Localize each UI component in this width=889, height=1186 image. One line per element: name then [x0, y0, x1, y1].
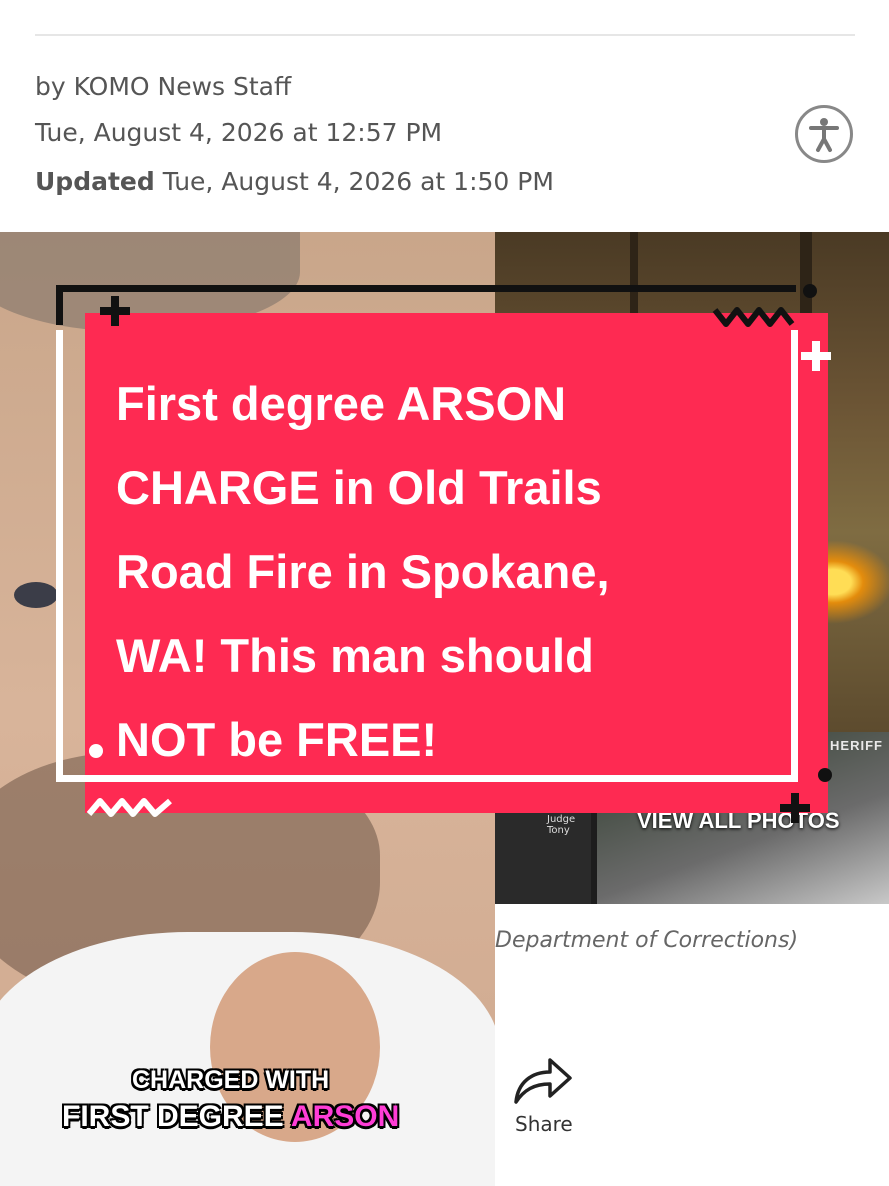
title-line: WA! This man should	[116, 629, 594, 682]
share-button[interactable]: Share	[510, 1052, 580, 1142]
title-line: CHARGE in Old Trails	[116, 461, 602, 514]
presenter-eye	[14, 582, 58, 608]
dot-decoration-icon	[803, 284, 817, 298]
plus-decoration-icon	[801, 341, 831, 371]
updated-date: Updated Tue, August 4, 2026 at 1:50 PM	[35, 167, 554, 196]
subtitle-prefix: FIRST DEGREE	[62, 1100, 291, 1133]
title-text: First degree ARSON CHARGE in Old Trails …	[116, 362, 806, 782]
article-header: by KOMO News Staff Tue, August 4, 2026 a…	[0, 0, 889, 232]
photo-caption: Department of Corrections)	[495, 928, 799, 953]
accessibility-icon	[809, 118, 839, 152]
subtitle-line-1: CHARGED WITH	[132, 1066, 330, 1094]
plus-decoration-icon	[780, 793, 810, 823]
title-line: Road Fire in Spokane,	[116, 545, 610, 598]
dot-decoration-icon	[818, 768, 832, 782]
sheriff-text: HERIFF	[830, 738, 883, 753]
byline: by KOMO News Staff	[35, 72, 292, 101]
zigzag-decoration-icon	[86, 798, 172, 817]
share-label: Share	[515, 1112, 573, 1136]
updated-value: Tue, August 4, 2026 at 1:50 PM	[162, 167, 554, 196]
thumbnail-label: Judge Tony	[547, 814, 576, 836]
share-arrow-icon	[514, 1058, 572, 1104]
subtitle-line-2: FIRST DEGREE ARSON	[62, 1100, 399, 1134]
divider	[35, 34, 855, 36]
accessibility-button[interactable]	[795, 105, 853, 163]
dot-decoration-icon	[89, 744, 103, 758]
published-date: Tue, August 4, 2026 at 12:57 PM	[35, 118, 443, 147]
title-line: First degree ARSON	[116, 377, 567, 430]
updated-label: Updated	[35, 167, 155, 196]
plus-decoration-icon	[100, 296, 130, 326]
zigzag-decoration-icon	[712, 307, 795, 327]
title-line: NOT be FREE!	[116, 713, 438, 766]
subtitle-highlight: ARSON	[290, 1100, 400, 1133]
